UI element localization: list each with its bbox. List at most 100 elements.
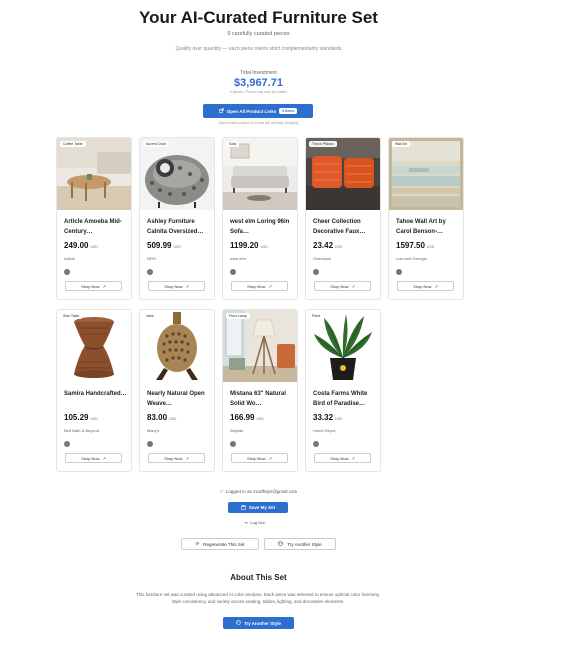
product-image[interactable] bbox=[140, 310, 214, 382]
shop-now-button[interactable]: Shop Now ↗ bbox=[148, 281, 205, 291]
color-swatch bbox=[396, 269, 402, 275]
about-text: This furniture set was curated using adv… bbox=[135, 592, 381, 604]
product-price: 166.99 USD bbox=[230, 413, 264, 422]
product-image[interactable] bbox=[223, 138, 297, 210]
retailer-name: Bed Bath & Beyond bbox=[64, 428, 99, 433]
product-price: 33.32 USD bbox=[313, 413, 343, 422]
open-all-links-button[interactable]: Open All Product Links 9 items bbox=[203, 104, 313, 118]
color-swatch bbox=[230, 441, 236, 447]
shop-now-button[interactable]: Shop Now ↗ bbox=[314, 453, 371, 463]
product-card: Vase Nearly Natural Open Weave… 83.00 USD… bbox=[139, 309, 215, 472]
about-title: About This Set bbox=[230, 573, 287, 582]
product-image[interactable] bbox=[57, 138, 131, 210]
product-card: Throw Pillows Cheer Collection Decorativ… bbox=[305, 137, 381, 300]
product-card: Wall Art Tahoe Wall Art by Carol Benson-… bbox=[388, 137, 464, 300]
page-subtitle: 9 carefully curated pieces bbox=[227, 31, 290, 37]
category-badge: Throw Pillows bbox=[309, 141, 337, 147]
external-link-icon: ↗ bbox=[351, 455, 355, 461]
shop-now-button[interactable]: Shop Now ↗ bbox=[65, 281, 122, 291]
product-name: Cheer Collection Decorative Faux… bbox=[313, 219, 366, 235]
product-name: Nearly Natural Open Weave… bbox=[147, 391, 205, 407]
product-name: Tahoe Wall Art by Carol Benson-… bbox=[396, 219, 446, 235]
color-swatch bbox=[147, 269, 153, 275]
external-link-icon: ↗ bbox=[268, 455, 272, 461]
retailer-name: Home Depot bbox=[313, 428, 336, 433]
category-badge: Wall Art bbox=[392, 141, 410, 147]
category-badge: Floor Lamp bbox=[226, 313, 250, 319]
color-swatch bbox=[147, 441, 153, 447]
color-swatch bbox=[313, 441, 319, 447]
product-price: 509.99 USD bbox=[147, 241, 181, 250]
external-link-icon: ↗ bbox=[102, 283, 106, 289]
shop-now-button[interactable]: Shop Now ↗ bbox=[314, 281, 371, 291]
try-another-style-button[interactable]: Try Another Style bbox=[264, 538, 336, 550]
product-price: 1199.20 USD bbox=[230, 241, 268, 250]
palette-icon bbox=[278, 541, 284, 547]
product-name: Costa Farms White Bird of Paradise… bbox=[313, 391, 368, 407]
external-link-icon: ↗ bbox=[102, 455, 106, 461]
product-price: 83.00 USD bbox=[147, 413, 177, 422]
retailer-name: Article bbox=[64, 256, 76, 261]
investment-label: Total Investment bbox=[240, 70, 277, 76]
retailer-name: west elm bbox=[230, 256, 246, 261]
category-badge: Vase bbox=[143, 313, 157, 319]
external-link-icon: ↗ bbox=[434, 283, 438, 289]
shop-now-button[interactable]: Shop Now ↗ bbox=[231, 453, 288, 463]
shop-now-button[interactable]: Shop Now ↗ bbox=[397, 281, 454, 291]
retailer-name: Overstock bbox=[313, 256, 332, 261]
category-badge: Side Table bbox=[60, 313, 83, 319]
save-set-button[interactable]: Save My Set bbox=[228, 502, 288, 513]
external-link-icon bbox=[218, 108, 224, 114]
product-name: Samira Handcrafted… bbox=[64, 391, 127, 397]
save-icon bbox=[241, 504, 246, 511]
product-price: 105.29 USD bbox=[64, 413, 98, 422]
product-name: Article Amoeba Mid-Century… bbox=[64, 219, 122, 235]
external-link-icon: ↗ bbox=[268, 283, 272, 289]
category-badge: Plant bbox=[309, 313, 323, 319]
category-badge: Coffee Table bbox=[60, 141, 86, 147]
product-image[interactable] bbox=[306, 138, 380, 210]
product-card: Side Table Samira Handcrafted… 105.29 USD… bbox=[56, 309, 132, 472]
shop-now-button[interactable]: Shop Now ↗ bbox=[148, 453, 205, 463]
color-swatch bbox=[64, 441, 70, 447]
product-image[interactable] bbox=[306, 310, 380, 382]
investment-value: $3,967.71 bbox=[234, 77, 283, 89]
product-image[interactable] bbox=[223, 310, 297, 382]
product-image[interactable] bbox=[57, 310, 131, 382]
product-price: 1597.50 USD bbox=[396, 241, 435, 250]
shop-now-button[interactable]: Shop Now ↗ bbox=[231, 281, 288, 291]
category-badge: Sofa bbox=[226, 141, 240, 147]
page-tagline: Quality over quantity — each piece meets… bbox=[175, 46, 342, 52]
refresh-icon: ⟳ bbox=[195, 541, 200, 546]
product-name: Mistana 63" Natural Solid Wo… bbox=[230, 391, 286, 407]
retailer-name: NFM bbox=[147, 256, 156, 261]
product-card: Coffee Table Article Amoeba Mid-Century…… bbox=[56, 137, 132, 300]
logout-link[interactable]: ⇥ Log Out bbox=[244, 520, 265, 525]
product-card: Floor Lamp Mistana 63" Natural Solid Wo…… bbox=[222, 309, 298, 472]
product-image[interactable] bbox=[389, 138, 463, 210]
about-try-another-style-button[interactable]: Try Another Style bbox=[223, 617, 294, 629]
open-all-note: Opens each product in a new tab for easy… bbox=[218, 121, 299, 125]
retailer-name: Macy's bbox=[147, 428, 160, 433]
product-card: Accent Chair Ashley Furniture Calnita Ov… bbox=[139, 137, 215, 300]
shop-now-button[interactable]: Shop Now ↗ bbox=[65, 453, 122, 463]
product-price: 249.00 USD bbox=[64, 241, 98, 250]
external-link-icon: ↗ bbox=[185, 455, 189, 461]
color-swatch bbox=[230, 269, 236, 275]
product-card: Plant Costa Farms White Bird of Paradise… bbox=[305, 309, 381, 472]
product-name: Ashley Furniture Calnita Oversized… bbox=[147, 219, 204, 235]
product-price: 23.42 USD bbox=[313, 241, 343, 250]
logout-icon: ⇥ bbox=[244, 520, 248, 525]
color-swatch bbox=[313, 269, 319, 275]
external-link-icon: ↗ bbox=[351, 283, 355, 289]
item-count-badge: 9 items bbox=[279, 108, 298, 114]
check-circle-icon: ✓ bbox=[219, 489, 224, 495]
retailer-name: Wayfair bbox=[230, 428, 244, 433]
color-swatch bbox=[64, 269, 70, 275]
investment-note: 9 pieces • Prices may vary by retailer bbox=[229, 90, 288, 94]
external-link-icon: ↗ bbox=[185, 283, 189, 289]
product-image[interactable] bbox=[140, 138, 214, 210]
product-name: west elm Loring 96in Sofa… bbox=[230, 219, 290, 235]
regenerate-set-button[interactable]: ⟳ Regenerate This Set bbox=[181, 538, 259, 550]
palette-icon bbox=[236, 620, 241, 626]
